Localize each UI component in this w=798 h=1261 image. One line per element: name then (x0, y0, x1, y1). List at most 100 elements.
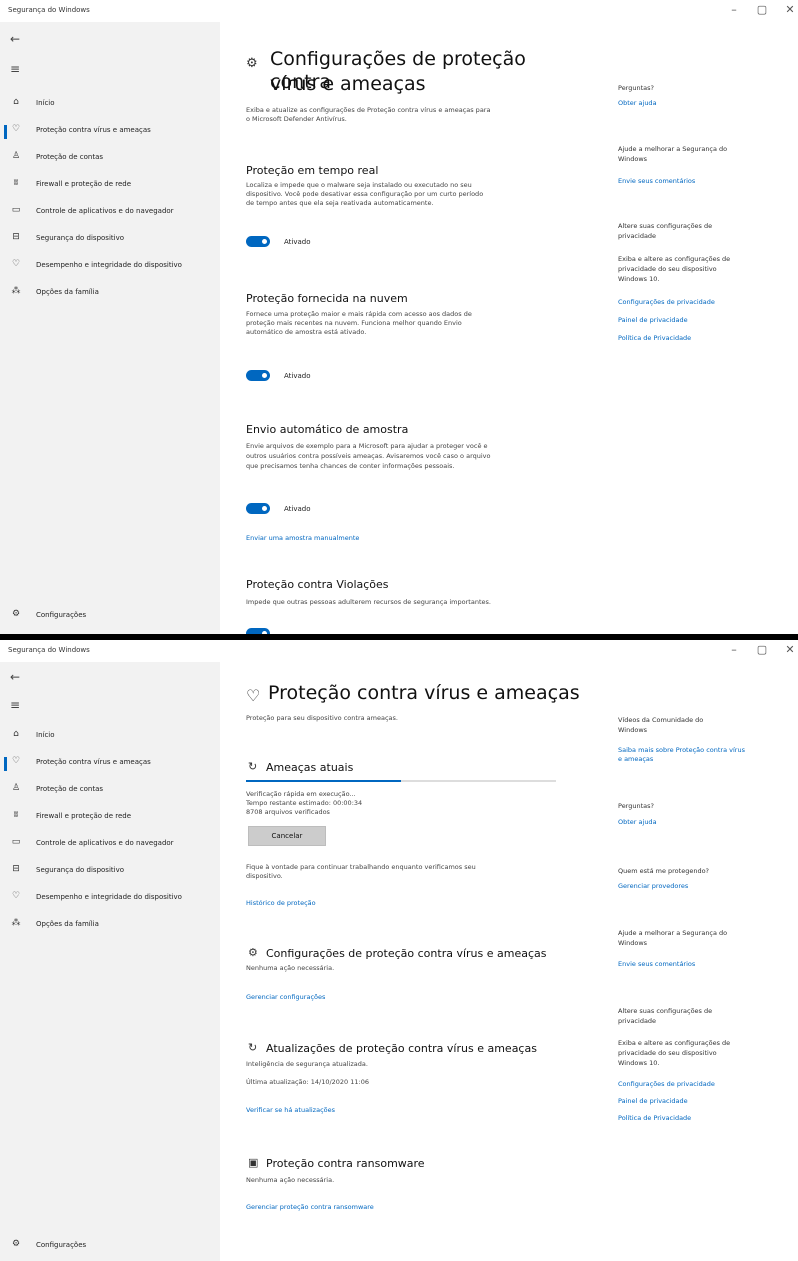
close-button[interactable]: ✕ (780, 3, 798, 16)
cloud-desc-line3: automático de amostra está ativado. (246, 328, 367, 336)
sidebar-item-family-options[interactable]: ⁂ Opções da família (0, 285, 220, 305)
home-icon: ⌂ (13, 97, 19, 107)
questions-label: Perguntas? (618, 84, 654, 92)
gear-icon: ⚙ (11, 609, 21, 619)
maximize-button[interactable]: ▢ (752, 3, 772, 16)
get-help-link[interactable]: Obter ajuda (618, 818, 657, 828)
sidebar-item-virus-protection[interactable]: ♡ Proteção contra vírus e ameaças (0, 123, 220, 143)
privacy-desc-line2: privacidade do seu dispositivo (618, 1049, 717, 1057)
sidebar-item-label: Opções da família (36, 288, 99, 296)
sample-submission-toggle[interactable] (246, 503, 270, 514)
check-updates-link[interactable]: Verificar se há atualizações (246, 1106, 335, 1116)
tamper-protection-toggle[interactable] (246, 628, 270, 634)
main-content: ♡ Proteção contra vírus e ameaças Proteç… (232, 662, 592, 1261)
ransomware-status: Nenhuma ação necessária. (246, 1176, 335, 1184)
sidebar-item-virus-protection[interactable]: ♡ Proteção contra vírus e ameaças (0, 755, 220, 775)
manage-providers-link[interactable]: Gerenciar provedores (618, 882, 688, 892)
sidebar-item-label: Segurança do dispositivo (36, 866, 125, 874)
learn-more-link-line2[interactable]: e ameaças (618, 755, 653, 765)
sidebar-item-device-performance[interactable]: ♡ Desempenho e integridade do dispositiv… (0, 258, 220, 278)
sidebar-item-device-security[interactable]: ⊟ Segurança do dispositivo (0, 863, 220, 883)
privacy-dashboard-link[interactable]: Painel de privacidade (618, 316, 688, 326)
sidebar-item-label: Configurações (36, 1241, 87, 1249)
sidebar-item-app-browser-control[interactable]: ▭ Controle de aplicativos e do navegador (0, 204, 220, 224)
sidebar-item-label: Desempenho e integridade do dispositivo (36, 261, 182, 269)
sidebar-item-label: Início (36, 99, 55, 107)
privacy-title: Altere suas configurações de (618, 1007, 713, 1015)
cancel-scan-button[interactable]: Cancelar (248, 826, 326, 846)
minimize-button[interactable]: – (724, 643, 744, 656)
scan-files-count: 8708 arquivos verificados (246, 808, 330, 816)
sidebar-item-settings[interactable]: ⚙ Configurações (0, 1238, 220, 1258)
cloud-protection-toggle[interactable] (246, 370, 270, 381)
improve-label: Ajude a melhorar a Segurança do (618, 145, 728, 153)
screenshot-virus-protection: Segurança do Windows – ▢ ✕ ← ≡ ⌂ Início … (0, 640, 798, 1261)
sidebar-item-account-protection[interactable]: ♙ Proteção de contas (0, 150, 220, 170)
app-title: Segurança do Windows (8, 6, 90, 14)
improve-label-line2: Windows (618, 155, 648, 163)
improve-label-line2: Windows (618, 939, 648, 947)
heart-icon: ♡ (11, 259, 21, 269)
privacy-dashboard-link[interactable]: Painel de privacidade (618, 1097, 688, 1107)
laptop-icon: ⊟ (12, 232, 20, 242)
ransomware-folder-icon: ▣ (248, 1156, 259, 1169)
realtime-protection-heading: Proteção em tempo real (246, 164, 379, 177)
feedback-link[interactable]: Envie seus comentários (618, 177, 695, 187)
family-icon: ⁂ (11, 286, 21, 296)
manage-ransomware-link[interactable]: Gerenciar proteção contra ransomware (246, 1203, 374, 1213)
improve-label: Ajude a melhorar a Segurança do (618, 929, 728, 937)
sidebar-item-device-security[interactable]: ⊟ Segurança do dispositivo (0, 231, 220, 251)
page-subtitle: Proteção para seu dispositivo contra ame… (246, 714, 398, 722)
privacy-desc: Exiba e altere as configurações de (618, 1039, 731, 1047)
sidebar-item-family-options[interactable]: ⁂ Opções da família (0, 917, 220, 937)
privacy-settings-link[interactable]: Configurações de privacidade (618, 1080, 715, 1090)
sidebar-item-app-browser-control[interactable]: ▭ Controle de aplicativos e do navegador (0, 836, 220, 856)
scan-progress-fill (246, 780, 401, 782)
right-panel: Perguntas? Obter ajuda Ajude a melhorar … (610, 22, 790, 634)
feedback-link[interactable]: Envie seus comentários (618, 960, 695, 970)
sidebar-item-account-protection[interactable]: ♙ Proteção de contas (0, 782, 220, 802)
protection-history-link[interactable]: Histórico de proteção (246, 899, 316, 909)
get-help-link[interactable]: Obter ajuda (618, 99, 657, 109)
sidebar-item-home[interactable]: ⌂ Início (0, 728, 220, 748)
sidebar-item-firewall[interactable]: ʬ Firewall e proteção de rede (0, 809, 220, 829)
community-videos-label-line2: Windows (618, 726, 648, 734)
sidebar-item-settings[interactable]: ⚙ Configurações (0, 608, 220, 628)
hamburger-menu-icon[interactable]: ≡ (10, 62, 20, 76)
minimize-button[interactable]: – (724, 3, 744, 16)
privacy-statement-link[interactable]: Política de Privacidade (618, 334, 691, 344)
sample-submission-heading: Envio automático de amostra (246, 423, 409, 436)
manual-sample-link[interactable]: Enviar uma amostra manualmente (246, 534, 359, 544)
sidebar-item-firewall[interactable]: ʬ Firewall e proteção de rede (0, 177, 220, 197)
title-bar: Segurança do Windows – ▢ ✕ (0, 0, 798, 22)
back-arrow-icon[interactable]: ← (10, 32, 20, 46)
shield-icon: ♡ (11, 756, 21, 766)
browser-window-icon: ▭ (11, 205, 21, 215)
scan-note-line2: dispositivo. (246, 872, 283, 880)
gear-icon: ⚙ (11, 1239, 21, 1249)
update-refresh-icon: ↻ (248, 1041, 258, 1054)
shield-icon: ♡ (11, 124, 21, 134)
sidebar: ← ≡ ⌂ Início ♡ Proteção contra vírus e a… (0, 662, 220, 1261)
community-videos-label: Vídeos da Comunidade do (618, 716, 704, 724)
app-title: Segurança do Windows (8, 646, 90, 654)
shield-icon: ♡ (246, 686, 261, 705)
sample-desc-line2: outros usuários contra possíveis ameaças… (246, 452, 491, 460)
privacy-statement-link[interactable]: Política de Privacidade (618, 1114, 691, 1124)
sidebar-item-device-performance[interactable]: ♡ Desempenho e integridade do dispositiv… (0, 890, 220, 910)
privacy-desc-line3: Windows 10. (618, 275, 660, 283)
close-button[interactable]: ✕ (780, 643, 798, 656)
back-arrow-icon[interactable]: ← (10, 670, 20, 684)
family-icon: ⁂ (11, 918, 21, 928)
realtime-protection-toggle[interactable] (246, 236, 270, 247)
sidebar-item-label: Proteção contra vírus e ameaças (36, 758, 151, 766)
manage-settings-link[interactable]: Gerenciar configurações (246, 993, 325, 1003)
sidebar-item-label: Controle de aplicativos e do navegador (36, 207, 174, 215)
maximize-button[interactable]: ▢ (752, 643, 772, 656)
laptop-icon: ⊟ (12, 864, 20, 874)
hamburger-menu-icon[interactable]: ≡ (10, 698, 20, 712)
sidebar-item-home[interactable]: ⌂ Início (0, 96, 220, 116)
privacy-settings-link[interactable]: Configurações de privacidade (618, 298, 715, 308)
privacy-title: Altere suas configurações de (618, 222, 713, 230)
wifi-icon: ʬ (13, 810, 19, 820)
